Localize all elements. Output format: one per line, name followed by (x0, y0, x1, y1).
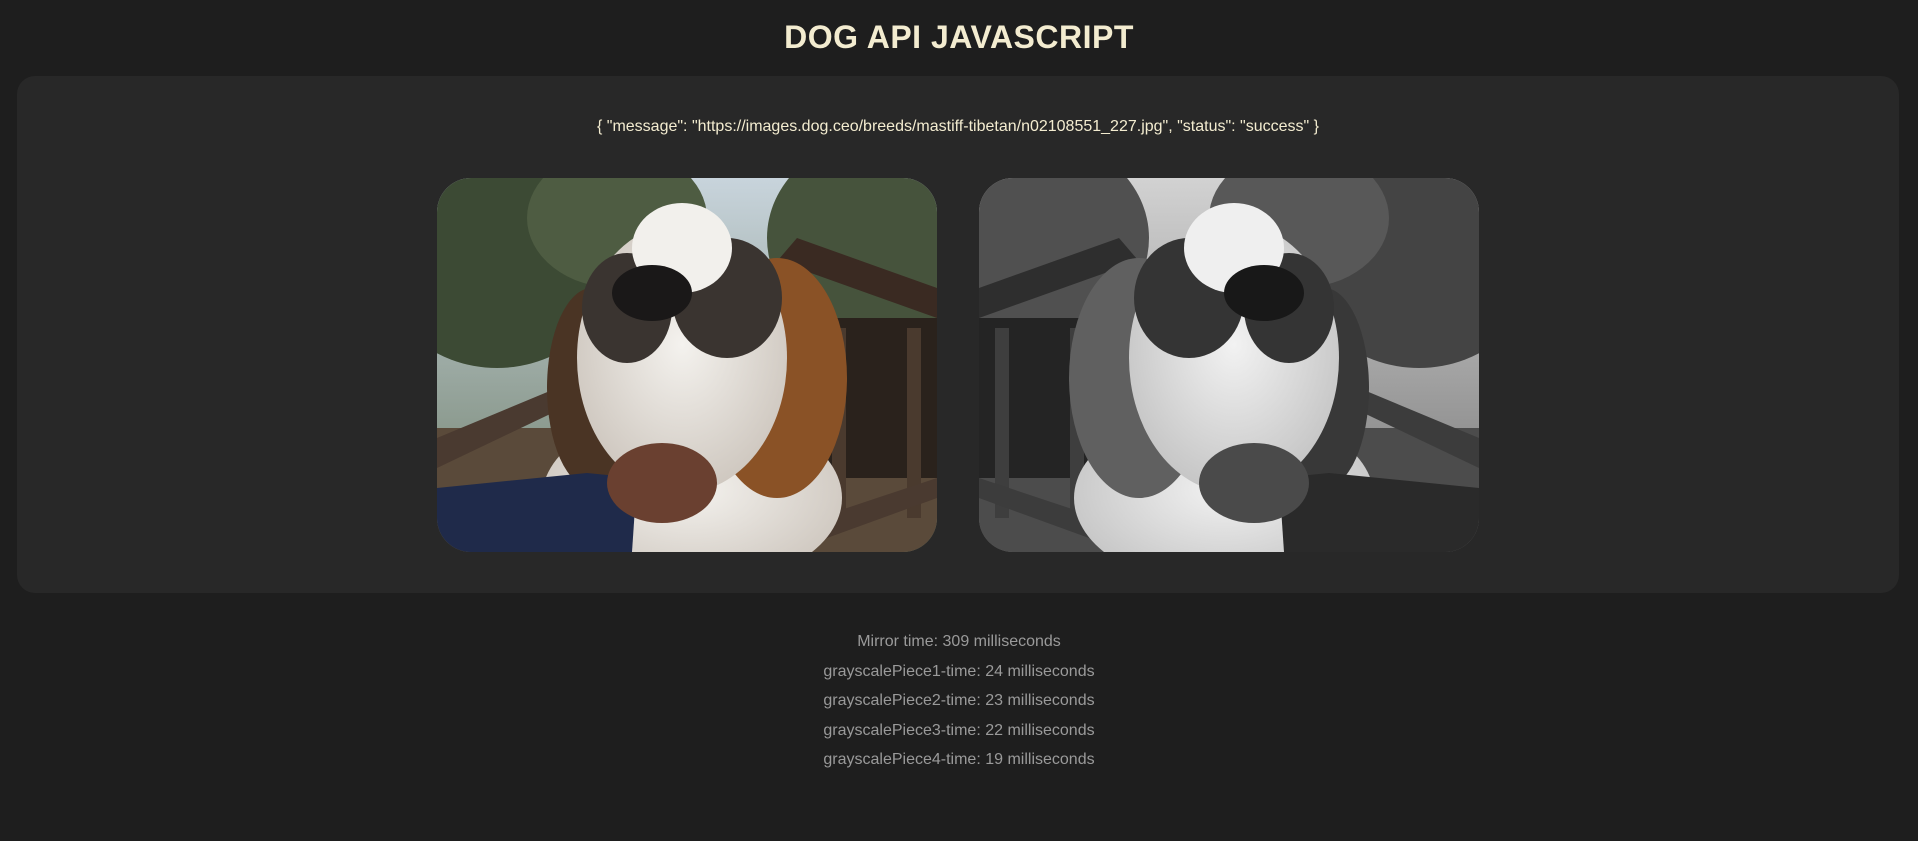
grayscale-piece4-time-text: grayscalePiece4-time: 19 milliseconds (823, 751, 1095, 768)
page-title: DOG API JAVASCRIPT (784, 19, 1134, 55)
image-row (17, 178, 1899, 552)
mirror-time-text: Mirror time: 309 milliseconds (857, 633, 1061, 650)
original-dog-image (437, 178, 937, 552)
grayscale-piece1-time-text: grayscalePiece1-time: 24 milliseconds (823, 662, 1095, 680)
timings-list: Mirror time: 309 milliseconds grayscaleP… (0, 632, 1918, 780)
processed-dog-image (979, 178, 1479, 552)
grayscale-piece2-time-text: grayscalePiece2-time: 23 milliseconds (823, 692, 1095, 709)
grayscale-piece3-time-text: grayscalePiece3-time: 22 milliseconds (823, 721, 1095, 739)
api-response-text: { "message": "https://images.dog.ceo/bre… (596, 118, 1319, 135)
content-panel: { "message": "https://images.dog.ceo/bre… (17, 76, 1899, 593)
